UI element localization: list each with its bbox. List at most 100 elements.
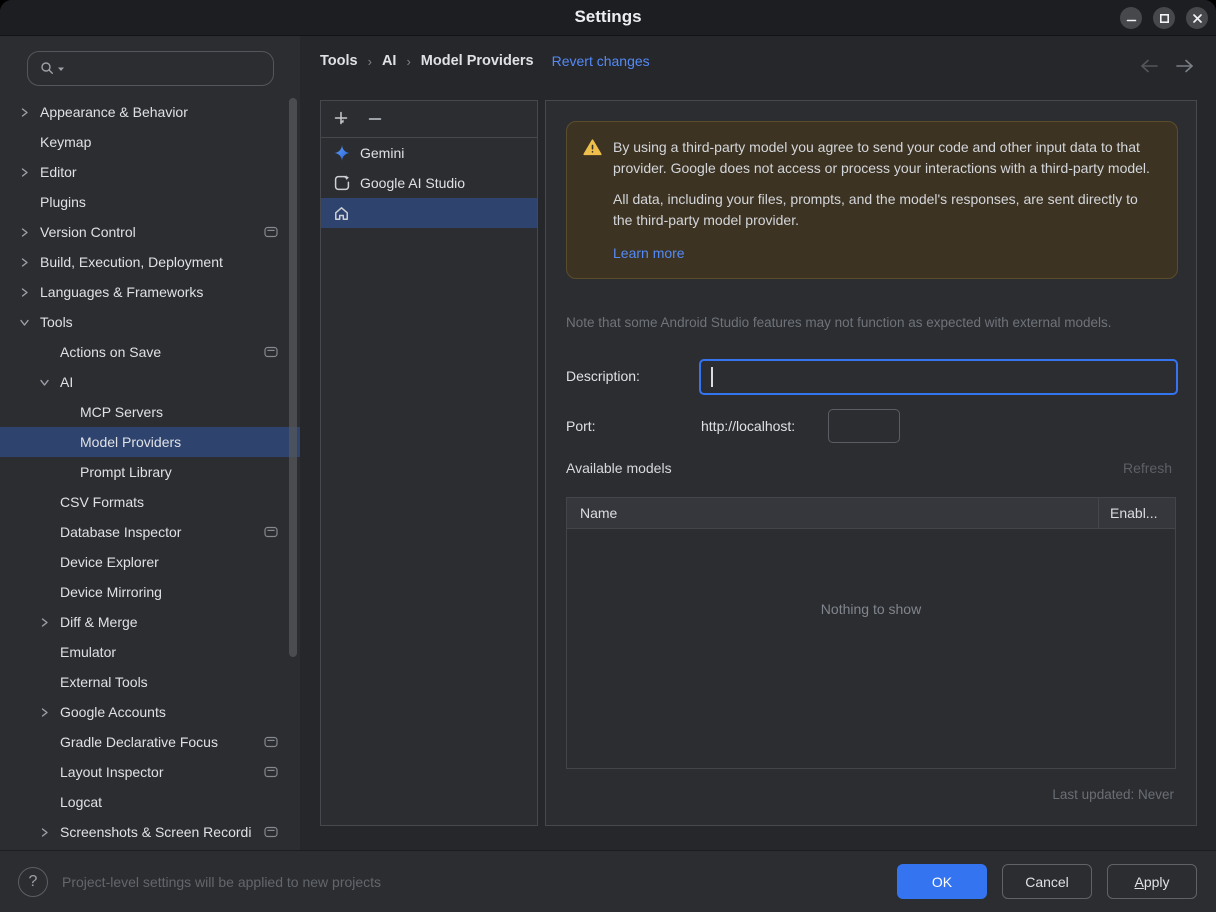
breadcrumb: Tools › AI › Model Providers Revert chan… [320, 53, 650, 69]
help-button[interactable]: ? [18, 867, 48, 897]
providers-toolbar [321, 101, 537, 138]
settings-sidebar: Appearance & Behavior Keymap Editor Plug… [0, 36, 300, 850]
ai-studio-icon [334, 174, 350, 191]
window-controls [1120, 7, 1208, 29]
chevron-right-icon[interactable] [34, 617, 54, 628]
cancel-button[interactable]: Cancel [1002, 864, 1092, 899]
text-caret [711, 367, 713, 387]
breadcrumb-ai[interactable]: AI [382, 53, 397, 69]
providers-panel: Gemini Google AI Studio [320, 100, 538, 826]
project-settings-icon [264, 826, 278, 838]
models-table: Name Enabl... Nothing to show [566, 497, 1176, 769]
chevron-right-icon[interactable] [14, 107, 34, 118]
apply-button[interactable]: Apply [1107, 864, 1197, 899]
topbar: Tools › AI › Model Providers Revert chan… [300, 36, 1216, 100]
search-icon [41, 62, 54, 75]
port-input[interactable] [828, 409, 900, 443]
column-header-enabled[interactable]: Enabl... [1098, 498, 1175, 528]
sidebar-item-actions-on-save[interactable]: Actions on Save [0, 337, 300, 367]
description-label: Description: [566, 368, 640, 384]
port-label: Port: [566, 418, 596, 434]
sidebar-item-database-inspector[interactable]: Database Inspector [0, 517, 300, 547]
sidebar-item-keymap[interactable]: Keymap [0, 127, 300, 157]
sidebar-item-diff-merge[interactable]: Diff & Merge [0, 607, 300, 637]
settings-search-box[interactable] [27, 51, 274, 86]
maximize-icon [1159, 13, 1169, 23]
maximize-button[interactable] [1153, 7, 1175, 29]
provider-item-google-ai-studio[interactable]: Google AI Studio [321, 168, 537, 198]
gemini-icon [333, 144, 351, 162]
sidebar-item-external-tools[interactable]: External Tools [0, 667, 300, 697]
sidebar-item-emulator[interactable]: Emulator [0, 637, 300, 667]
refresh-button[interactable]: Refresh [1123, 460, 1172, 476]
chevron-right-icon[interactable] [34, 827, 54, 838]
footer-hint: Project-level settings will be applied t… [62, 874, 382, 890]
project-settings-icon [264, 226, 278, 238]
chevron-right-icon[interactable] [14, 257, 34, 268]
sidebar-item-prompt-library[interactable]: Prompt Library [0, 457, 300, 487]
project-settings-icon [264, 766, 278, 778]
sidebar-item-build-execution-deployment[interactable]: Build, Execution, Deployment [0, 247, 300, 277]
sidebar-item-ai[interactable]: AI [0, 367, 300, 397]
sidebar-item-device-explorer[interactable]: Device Explorer [0, 547, 300, 577]
project-settings-icon [264, 736, 278, 748]
project-settings-icon [264, 526, 278, 538]
column-header-name[interactable]: Name [567, 505, 1098, 521]
home-icon [335, 206, 348, 220]
chevron-right-icon[interactable] [34, 707, 54, 718]
remove-provider-button[interactable] [367, 111, 383, 127]
description-input[interactable] [699, 359, 1178, 395]
models-table-header: Name Enabl... [567, 498, 1175, 529]
breadcrumb-separator: › [367, 53, 372, 69]
warning-text: By using a third-party model you agree t… [613, 137, 1161, 264]
minimize-button[interactable] [1120, 7, 1142, 29]
sidebar-item-version-control[interactable]: Version Control [0, 217, 300, 247]
sidebar-item-languages-frameworks[interactable]: Languages & Frameworks [0, 277, 300, 307]
chevron-down-icon[interactable] [34, 377, 54, 388]
breadcrumb-model-providers[interactable]: Model Providers [421, 53, 534, 69]
warning-icon [583, 139, 602, 156]
settings-dialog: Settings Appearance & Behavior Keymap Ed… [0, 0, 1216, 912]
sidebar-item-logcat[interactable]: Logcat [0, 787, 300, 817]
sidebar-item-screenshots-screen-recording[interactable]: Screenshots & Screen Recordi [0, 817, 300, 847]
close-icon [1192, 13, 1202, 23]
add-provider-button[interactable] [333, 110, 351, 128]
port-prefix: http://localhost: [701, 418, 796, 434]
sidebar-item-model-providers[interactable]: Model Providers [0, 427, 300, 457]
sidebar-item-mcp-servers[interactable]: MCP Servers [0, 397, 300, 427]
chevron-right-icon[interactable] [14, 227, 34, 238]
sidebar-scrollbar[interactable] [289, 98, 297, 657]
chevron-down-icon[interactable] [14, 317, 34, 328]
sidebar-item-csv-formats[interactable]: CSV Formats [0, 487, 300, 517]
titlebar: Settings [0, 0, 1216, 36]
sidebar-item-appearance-behavior[interactable]: Appearance & Behavior [0, 97, 300, 127]
third-party-warning-banner: By using a third-party model you agree t… [566, 121, 1178, 279]
close-button[interactable] [1186, 7, 1208, 29]
sidebar-item-tools[interactable]: Tools [0, 307, 300, 337]
sidebar-item-editor[interactable]: Editor [0, 157, 300, 187]
sidebar-item-device-mirroring[interactable]: Device Mirroring [0, 577, 300, 607]
back-arrow-icon[interactable] [1138, 58, 1160, 74]
learn-more-link[interactable]: Learn more [613, 243, 685, 264]
sidebar-item-plugins[interactable]: Plugins [0, 187, 300, 217]
search-options-caret-icon [58, 67, 64, 71]
chevron-right-icon[interactable] [14, 167, 34, 178]
external-models-note: Note that some Android Studio features m… [566, 315, 1112, 330]
last-updated-label: Last updated: Never [1052, 787, 1174, 802]
minimize-icon [1126, 19, 1136, 21]
sidebar-item-layout-inspector[interactable]: Layout Inspector [0, 757, 300, 787]
window-title: Settings [574, 7, 642, 26]
chevron-right-icon[interactable] [14, 287, 34, 298]
help-icon: ? [28, 873, 38, 890]
sidebar-item-gradle-declarative-focus[interactable]: Gradle Declarative Focus [0, 727, 300, 757]
breadcrumb-tools[interactable]: Tools [320, 53, 358, 69]
sidebar-item-google-accounts[interactable]: Google Accounts [0, 697, 300, 727]
provider-item-gemini[interactable]: Gemini [321, 138, 537, 168]
empty-table-message: Nothing to show [820, 601, 922, 617]
revert-changes-link[interactable]: Revert changes [552, 53, 650, 69]
history-nav [1138, 58, 1196, 74]
forward-arrow-icon[interactable] [1174, 58, 1196, 74]
ok-button[interactable]: OK [897, 864, 987, 899]
available-models-label: Available models [566, 460, 672, 476]
provider-item-local[interactable] [321, 198, 537, 228]
